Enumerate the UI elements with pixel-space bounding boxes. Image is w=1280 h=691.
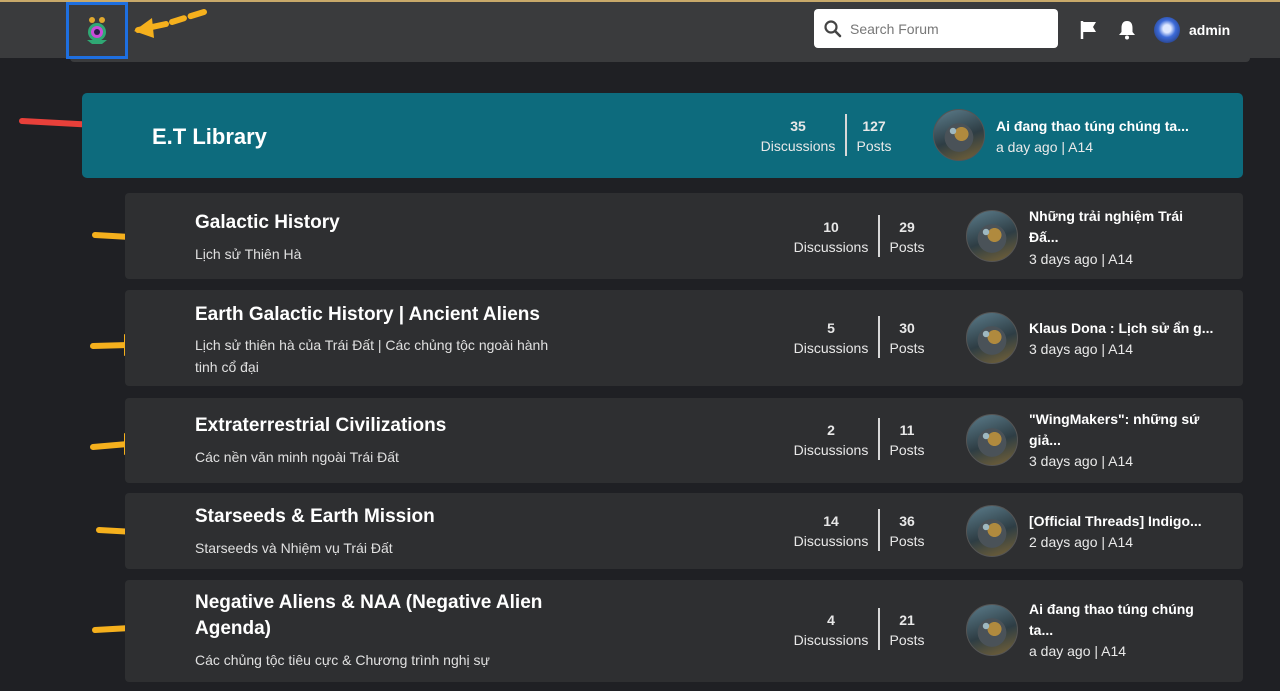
posts-count: 21 [899, 612, 915, 628]
logo-icon[interactable] [82, 14, 112, 48]
posts-count: 11 [899, 422, 915, 438]
discussions-count: 5 [827, 320, 835, 336]
subcategory-title-cont[interactable]: Agenda) [195, 616, 271, 642]
discussions-count: 35 [790, 118, 806, 134]
last-post-avatar[interactable] [966, 604, 1018, 656]
discussions-stat: 2 Discussions [785, 420, 877, 461]
last-post-avatar[interactable] [966, 312, 1018, 364]
flag-icon[interactable] [1079, 20, 1099, 40]
subcategory-starseeds[interactable]: Starseeds & Earth Mission Starseeds và N… [125, 493, 1243, 569]
posts-label: Posts [889, 442, 925, 458]
subcategory-negative-aliens[interactable]: Negative Aliens & NAA (Negative Alien Ag… [125, 580, 1243, 682]
last-post-title[interactable]: Klaus Dona : Lịch sử ẩn g... [1029, 318, 1213, 339]
stat-divider [878, 215, 880, 257]
subcategory-description: Lịch sử Thiên Hà [195, 246, 302, 262]
discussions-stat: 35 Discussions [752, 116, 844, 157]
user-avatar[interactable] [1154, 17, 1180, 43]
posts-label: Posts [889, 239, 925, 255]
posts-count: 30 [899, 320, 915, 336]
last-post-avatar[interactable] [933, 109, 985, 161]
discussions-label: Discussions [793, 533, 869, 549]
discussions-count: 4 [827, 612, 835, 628]
discussions-count: 2 [827, 422, 835, 438]
last-post-title-cont[interactable]: ta... [1029, 620, 1053, 641]
search-input[interactable] [850, 20, 1040, 37]
last-post-title[interactable]: "WingMakers": những sứ [1029, 409, 1199, 430]
stat-divider [845, 114, 847, 156]
subcategory-title[interactable]: Galactic History [195, 210, 340, 236]
discussions-label: Discussions [760, 138, 836, 154]
subcategory-title[interactable]: Starseeds & Earth Mission [195, 504, 435, 530]
search-box[interactable] [814, 9, 1058, 48]
discussions-label: Discussions [793, 340, 869, 356]
last-post-title[interactable]: Những trải nghiệm Trái [1029, 206, 1183, 227]
discussions-label: Discussions [793, 442, 869, 458]
last-post-meta: a day ago | A14 [1029, 643, 1127, 659]
discussions-label: Discussions [793, 632, 869, 648]
posts-stat: 36 Posts [885, 511, 929, 552]
last-post-meta: a day ago | A14 [996, 139, 1094, 155]
discussions-stat: 14 Discussions [785, 511, 877, 552]
stat-divider [878, 509, 880, 551]
discussions-stat: 4 Discussions [785, 610, 877, 651]
subcategory-title[interactable]: Earth Galactic History | Ancient Aliens [195, 302, 540, 328]
subcategory-title[interactable]: Negative Aliens & NAA (Negative Alien [195, 590, 542, 616]
stat-divider [878, 418, 880, 460]
posts-stat: 30 Posts [885, 318, 929, 359]
posts-count: 127 [862, 118, 886, 134]
stat-divider [878, 316, 880, 358]
last-post-avatar[interactable] [966, 210, 1018, 262]
posts-stat: 127 Posts [852, 116, 896, 157]
last-post-meta: 3 days ago | A14 [1029, 453, 1134, 469]
discussions-count: 14 [823, 513, 839, 529]
subcategory-description: Các chủng tộc tiêu cực & Chương trình ng… [195, 652, 490, 668]
last-post-meta: 3 days ago | A14 [1029, 251, 1134, 267]
username[interactable]: admin [1189, 22, 1230, 38]
last-post-avatar[interactable] [966, 505, 1018, 557]
discussions-label: Discussions [793, 239, 869, 255]
search-icon [824, 19, 842, 37]
discussions-stat: 10 Discussions [785, 217, 877, 258]
last-post-avatar[interactable] [966, 414, 1018, 466]
logo-highlight-box [66, 2, 128, 59]
last-post-meta: 3 days ago | A14 [1029, 341, 1134, 357]
subcategory-description: Starseeds và Nhiệm vụ Trái Đất [195, 540, 393, 556]
posts-label: Posts [889, 632, 925, 648]
category-title[interactable]: E.T Library [152, 124, 267, 150]
last-post-title-cont[interactable]: Đấ... [1029, 227, 1059, 248]
category-main[interactable]: E.T Library 35 Discussions 127 Posts Ai … [82, 93, 1243, 178]
bell-icon[interactable] [1118, 20, 1136, 40]
arrow-annotation [134, 9, 207, 38]
subcategory-galactic-history[interactable]: Galactic History Lịch sử Thiên Hà 10 Dis… [125, 193, 1243, 279]
posts-stat: 21 Posts [885, 610, 929, 651]
subcategory-earth-galactic-history[interactable]: Earth Galactic History | Ancient Aliens … [125, 290, 1243, 386]
stat-divider [878, 608, 880, 650]
posts-count: 29 [899, 219, 915, 235]
subcategory-description: Lịch sử thiên hà của Trái Đất | Các chủn… [195, 337, 549, 353]
subcategory-extraterrestrial-civilizations[interactable]: Extraterrestrial Civilizations Các nền v… [125, 398, 1243, 483]
subcategory-title[interactable]: Extraterrestrial Civilizations [195, 413, 446, 439]
posts-label: Posts [856, 138, 892, 154]
posts-label: Posts [889, 533, 925, 549]
last-post-meta: 2 days ago | A14 [1029, 534, 1134, 550]
last-post-title-cont[interactable]: giả... [1029, 430, 1061, 451]
posts-label: Posts [889, 340, 925, 356]
discussions-stat: 5 Discussions [785, 318, 877, 359]
posts-stat: 29 Posts [885, 217, 929, 258]
discussions-count: 10 [823, 219, 839, 235]
header-underside [70, 58, 1250, 62]
posts-count: 36 [899, 513, 915, 529]
last-post-title[interactable]: [Official Threads] Indigo... [1029, 511, 1202, 532]
last-post-title[interactable]: Ai đang thao túng chúng [1029, 599, 1194, 620]
subcategory-description: Các nền văn minh ngoài Trái Đất [195, 449, 399, 465]
subcategory-description-cont: tinh cổ đại [195, 359, 259, 375]
posts-stat: 11 Posts [885, 420, 929, 461]
last-post-title[interactable]: Ai đang thao túng chúng ta... [996, 116, 1189, 137]
